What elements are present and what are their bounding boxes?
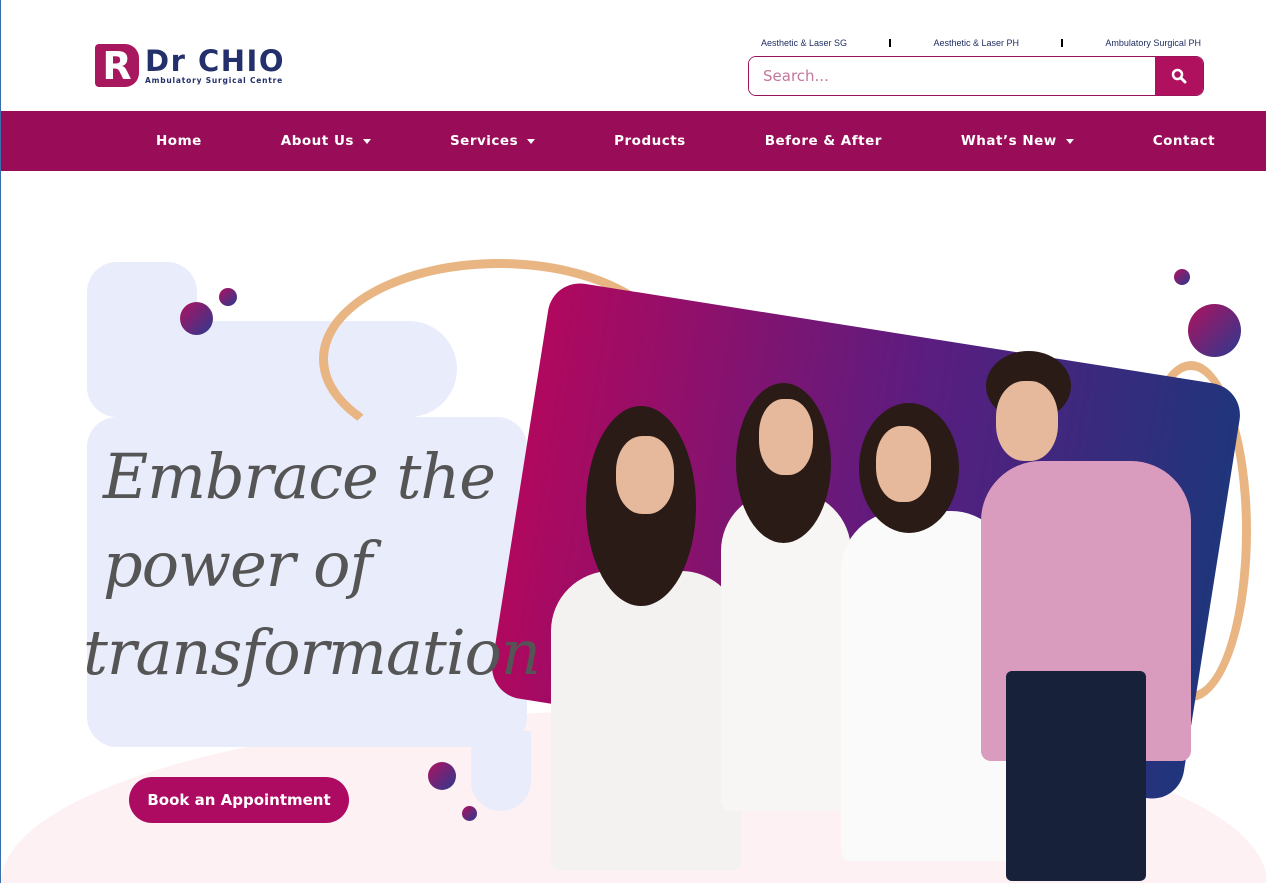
nav-label: What’s New — [960, 133, 1057, 149]
decor-dot — [1188, 304, 1241, 357]
top-links: Aesthetic & Laser SG Aesthetic & Laser P… — [761, 38, 1201, 48]
nav-label: Services — [449, 133, 519, 149]
decor-blob — [471, 731, 531, 811]
caret-down-icon — [1065, 138, 1074, 144]
nav-before-after[interactable]: Before & After — [765, 133, 882, 149]
headline-line: Embrace the — [103, 440, 496, 513]
top-link-aesthetic-ph[interactable]: Aesthetic & Laser PH — [933, 38, 1019, 48]
decor-dot — [219, 288, 237, 306]
book-appointment-button[interactable]: Book an Appointment — [129, 777, 349, 823]
nav-products[interactable]: Products — [614, 133, 686, 149]
nav-label: Home — [156, 133, 202, 149]
top-link-ambulatory-ph[interactable]: Ambulatory Surgical PH — [1105, 38, 1201, 48]
search-input[interactable] — [749, 57, 1155, 95]
caret-down-icon — [527, 138, 536, 144]
nav-label: Before & After — [764, 133, 882, 149]
decor-dot — [180, 302, 213, 335]
logo-mark-letter: R — [102, 43, 132, 88]
nav-services[interactable]: Services — [449, 133, 536, 149]
search-button[interactable] — [1155, 57, 1203, 95]
nav-contact[interactable]: Contact — [1153, 133, 1215, 149]
decor-dot — [428, 762, 456, 790]
hero-section: Embrace the power of transformation Book… — [1, 171, 1266, 883]
logo-mark: R — [95, 43, 139, 88]
hero-headline: Embrace the power of transformation — [83, 433, 541, 697]
site-header: R Dr CHIO Ambulatory Surgical Centre Aes… — [1, 0, 1266, 111]
headline-line: power of — [103, 528, 372, 601]
nav-label: About Us — [280, 133, 354, 149]
divider — [1061, 39, 1064, 47]
nav-home[interactable]: Home — [156, 133, 202, 149]
divider — [889, 39, 892, 47]
nav-label: Products — [614, 133, 686, 149]
logo-title: Dr CHIO — [145, 44, 285, 78]
logo[interactable]: R Dr CHIO Ambulatory Surgical Centre — [95, 43, 285, 88]
main-nav: Home About Us Services Products Before &… — [1, 111, 1266, 171]
decor-dot — [1174, 269, 1190, 285]
decor-dot — [462, 806, 477, 821]
search-form — [748, 56, 1204, 96]
top-link-aesthetic-sg[interactable]: Aesthetic & Laser SG — [761, 38, 847, 48]
search-icon — [1171, 68, 1187, 84]
nav-label: Contact — [1152, 133, 1216, 149]
logo-subtitle: Ambulatory Surgical Centre — [145, 76, 284, 85]
headline-line: transformation — [83, 616, 541, 689]
nav-whats-new[interactable]: What’s New — [961, 133, 1074, 149]
nav-about-us[interactable]: About Us — [281, 133, 371, 149]
caret-down-icon — [362, 138, 371, 144]
